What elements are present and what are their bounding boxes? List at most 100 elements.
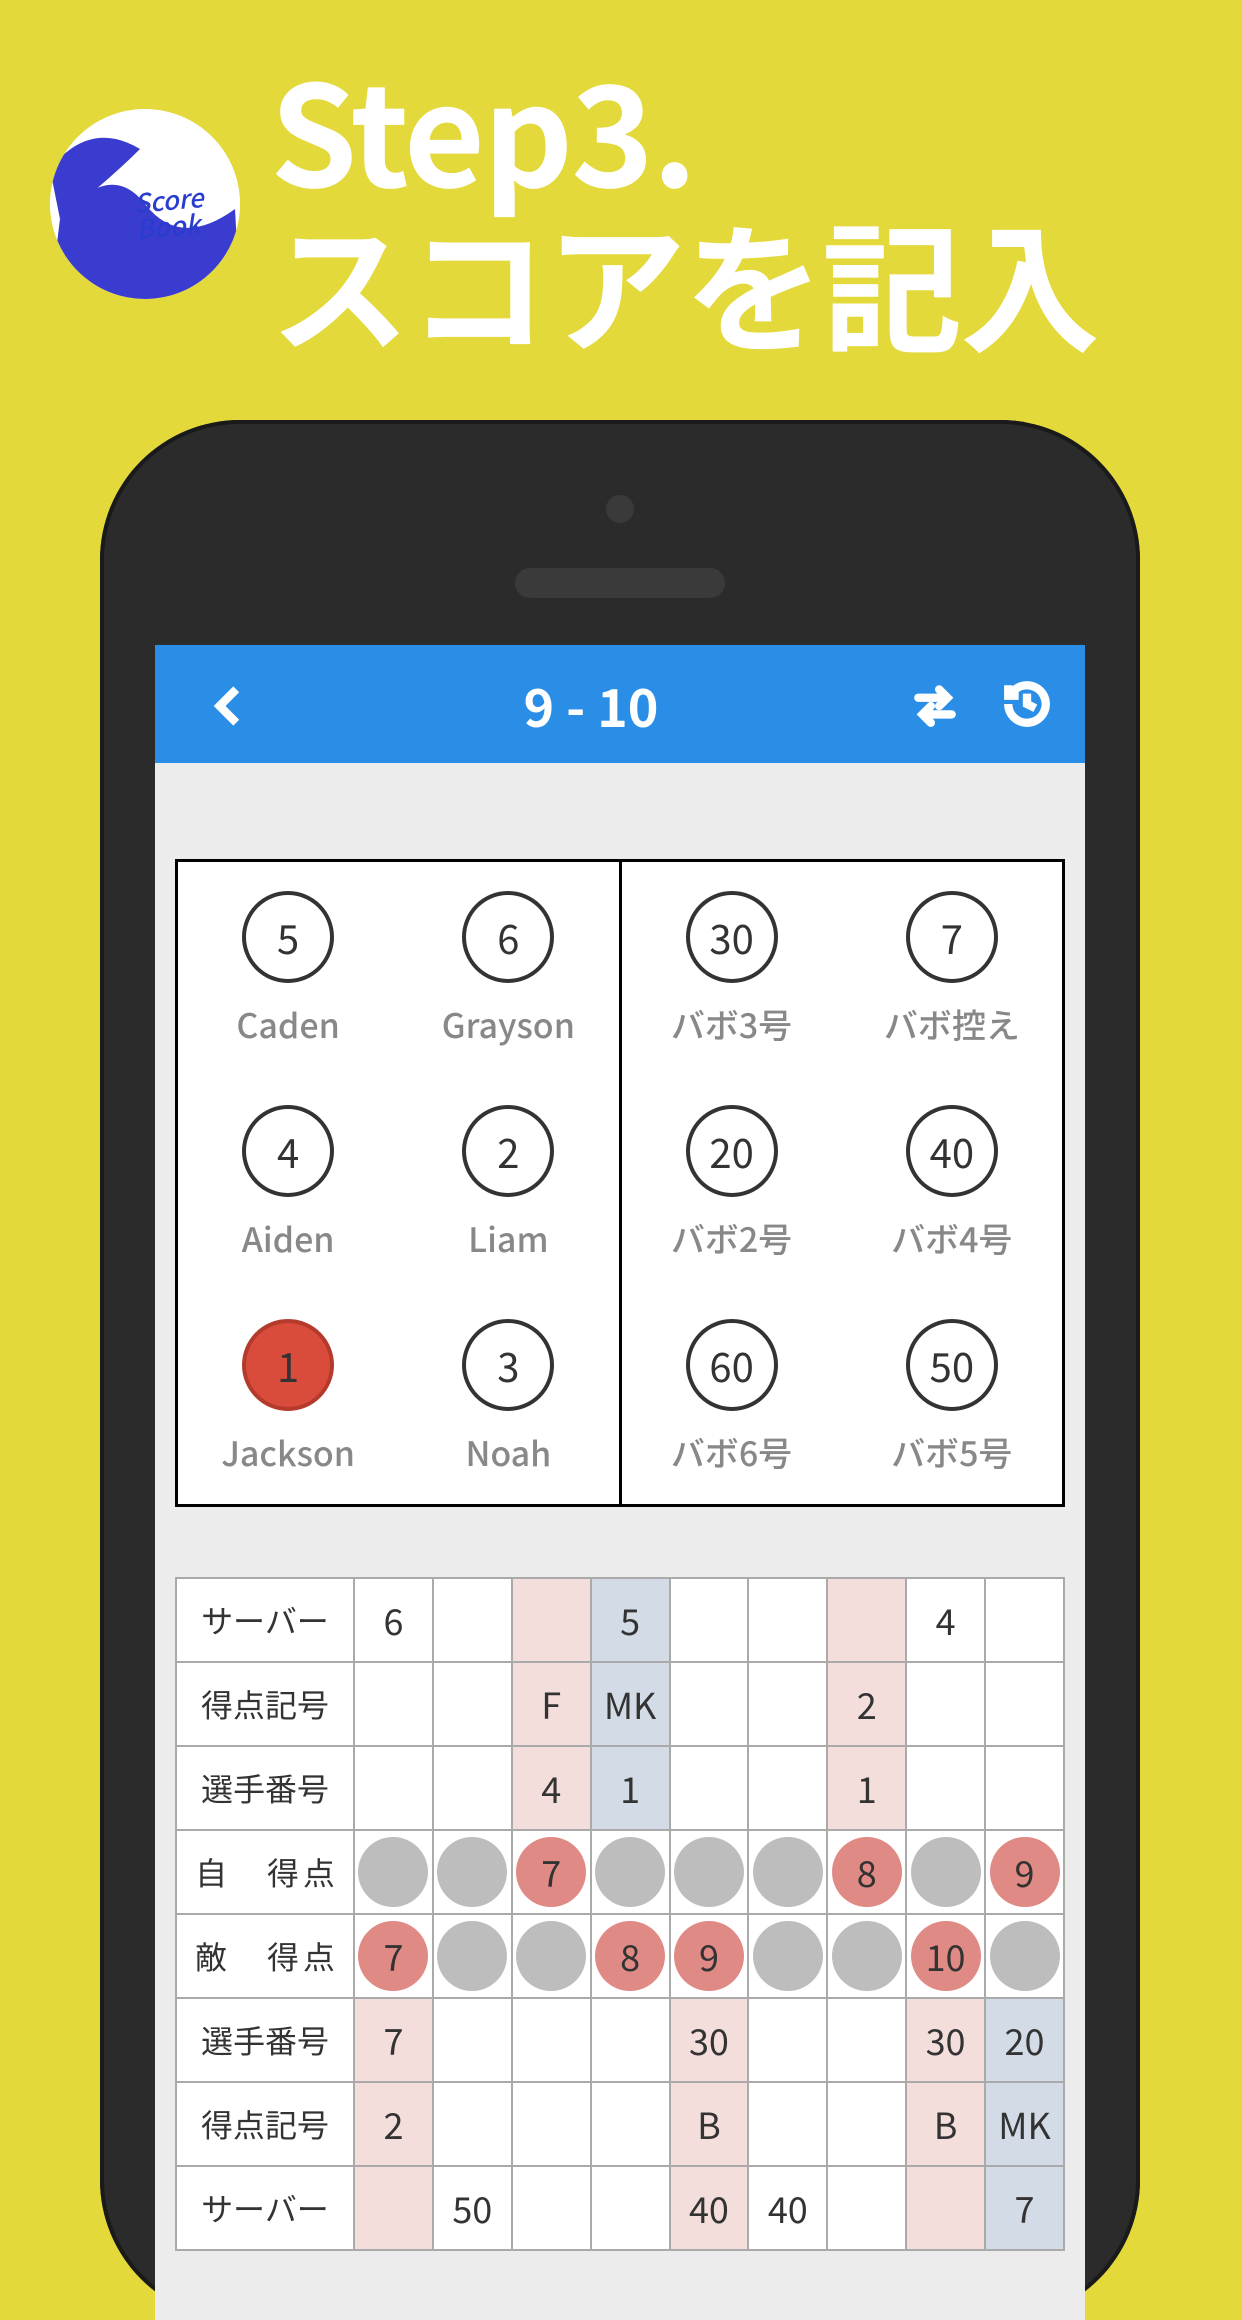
score-cell[interactable] [512, 2082, 591, 2166]
player-name: バボ2号 [671, 1213, 792, 1262]
score-dot-cell[interactable]: 7 [354, 1914, 433, 1998]
score-dot-cell[interactable] [433, 1830, 512, 1914]
player-slot[interactable]: 4Aiden [242, 1105, 335, 1262]
score-dot: 7 [358, 1921, 428, 1991]
score-cell[interactable] [985, 1746, 1064, 1830]
score-dot [595, 1837, 665, 1907]
score-dot-cell[interactable] [354, 1830, 433, 1914]
score-dot-cell[interactable] [985, 1914, 1064, 1998]
score-cell[interactable]: 4 [906, 1578, 985, 1662]
player-slot[interactable]: 60バボ6号 [671, 1319, 792, 1476]
score-cell[interactable]: 40 [670, 2166, 749, 2250]
score-cell[interactable] [433, 1578, 512, 1662]
score-cell[interactable] [906, 1662, 985, 1746]
player-name: バボ5号 [891, 1427, 1012, 1476]
score-cell[interactable] [354, 2166, 433, 2250]
player-slot[interactable]: 5Caden [236, 891, 339, 1048]
score-cell[interactable]: MK [591, 1662, 670, 1746]
player-slot[interactable]: 30バボ3号 [671, 891, 792, 1048]
score-cell[interactable]: 7 [985, 2166, 1064, 2250]
score-cell[interactable]: 4 [512, 1746, 591, 1830]
score-dot-cell[interactable] [827, 1914, 906, 1998]
score-cell[interactable] [670, 1578, 749, 1662]
score-dot-cell[interactable]: 9 [670, 1914, 749, 1998]
score-cell[interactable]: F [512, 1662, 591, 1746]
score-cell[interactable] [512, 1998, 591, 2082]
score-cell[interactable]: 40 [748, 2166, 827, 2250]
score-cell[interactable]: 6 [354, 1578, 433, 1662]
score-cell[interactable] [433, 1998, 512, 2082]
score-dot-cell[interactable] [906, 1830, 985, 1914]
score-dot-cell[interactable] [433, 1914, 512, 1998]
score-cell[interactable]: 7 [354, 1998, 433, 2082]
score-dot-cell[interactable] [512, 1914, 591, 1998]
score-dot-cell[interactable]: 9 [985, 1830, 1064, 1914]
score-dot [832, 1921, 902, 1991]
score-dot-cell[interactable]: 8 [827, 1830, 906, 1914]
back-button[interactable] [185, 649, 275, 759]
score-cell[interactable] [748, 1578, 827, 1662]
score-cell[interactable]: 30 [670, 1998, 749, 2082]
score-cell[interactable]: 30 [906, 1998, 985, 2082]
score-cell[interactable] [827, 2082, 906, 2166]
score-cell[interactable] [748, 1746, 827, 1830]
score-cell[interactable]: MK [985, 2082, 1064, 2166]
history-button[interactable] [999, 676, 1055, 732]
swap-button[interactable] [907, 676, 963, 732]
score-dot-cell[interactable]: 10 [906, 1914, 985, 1998]
score-cell[interactable] [354, 1662, 433, 1746]
score-cell[interactable]: 5 [591, 1578, 670, 1662]
score-cell[interactable]: B [670, 2082, 749, 2166]
score-cell[interactable] [670, 1662, 749, 1746]
player-slot[interactable]: 7バボ控え [884, 891, 1020, 1048]
player-slot[interactable]: 50バボ5号 [891, 1319, 1012, 1476]
player-slot[interactable]: 2Liam [462, 1105, 554, 1262]
score-cell[interactable] [748, 1662, 827, 1746]
row-label: 自 得点 [176, 1830, 354, 1914]
score-cell[interactable] [827, 1998, 906, 2082]
score-cell[interactable] [985, 1662, 1064, 1746]
score-cell[interactable]: 20 [985, 1998, 1064, 2082]
score-dot [674, 1837, 744, 1907]
player-slot[interactable]: 1Jackson [221, 1319, 355, 1476]
score-cell[interactable] [433, 1662, 512, 1746]
row-label: サーバー [176, 1578, 354, 1662]
score-cell[interactable] [906, 1746, 985, 1830]
score-cell[interactable] [985, 1578, 1064, 1662]
player-slot[interactable]: 20バボ2号 [671, 1105, 792, 1262]
player-name: バボ控え [884, 999, 1020, 1048]
score-dot-cell[interactable]: 8 [591, 1914, 670, 1998]
score-cell[interactable] [591, 2166, 670, 2250]
score-cell[interactable] [512, 1578, 591, 1662]
score-cell[interactable]: 50 [433, 2166, 512, 2250]
score-cell[interactable] [827, 1578, 906, 1662]
score-cell[interactable]: 2 [827, 1662, 906, 1746]
logo-text: ScoreBook [133, 184, 207, 242]
score-dot-cell[interactable] [591, 1830, 670, 1914]
score-cell[interactable]: 2 [354, 2082, 433, 2166]
score-cell[interactable]: 1 [591, 1746, 670, 1830]
score-cell[interactable] [512, 2166, 591, 2250]
player-slot[interactable]: 3Noah [462, 1319, 554, 1476]
score-cell[interactable]: B [906, 2082, 985, 2166]
score-cell[interactable] [591, 1998, 670, 2082]
score-cell[interactable] [906, 2166, 985, 2250]
score-cell[interactable]: 1 [827, 1746, 906, 1830]
score-cell[interactable] [354, 1746, 433, 1830]
player-number-circle: 30 [686, 891, 778, 983]
score-cell[interactable] [827, 2166, 906, 2250]
score-cell[interactable] [591, 2082, 670, 2166]
score-cell[interactable] [670, 1746, 749, 1830]
player-slot[interactable]: 40バボ4号 [891, 1105, 1012, 1262]
score-cell[interactable] [433, 1746, 512, 1830]
score-dot-cell[interactable] [748, 1830, 827, 1914]
swap-icon [910, 679, 960, 729]
score-dot-cell[interactable]: 7 [512, 1830, 591, 1914]
score-cell[interactable] [748, 2082, 827, 2166]
score-dot-cell[interactable] [670, 1830, 749, 1914]
score-cell[interactable] [433, 2082, 512, 2166]
score-dot-cell[interactable] [748, 1914, 827, 1998]
player-slot[interactable]: 6Grayson [442, 891, 575, 1048]
history-icon [1002, 679, 1052, 729]
score-cell[interactable] [748, 1998, 827, 2082]
